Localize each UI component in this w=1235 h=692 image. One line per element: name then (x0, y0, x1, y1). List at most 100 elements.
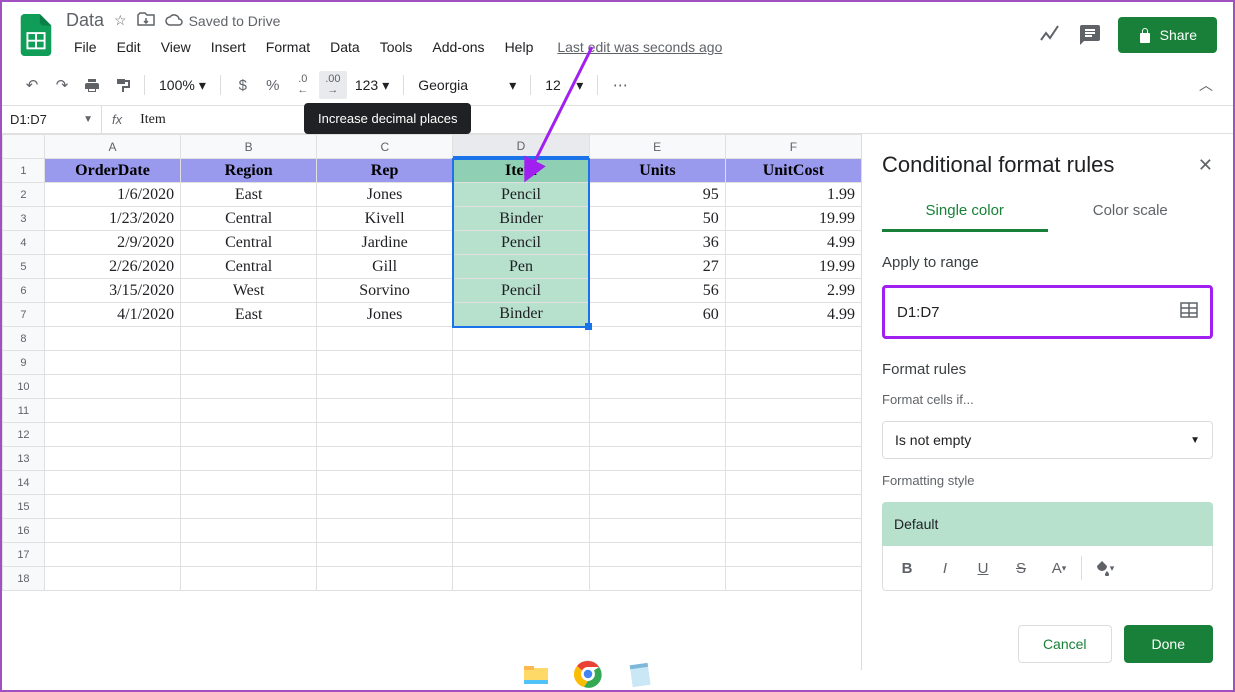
table-row[interactable]: 15 (3, 495, 862, 519)
currency-icon[interactable]: $ (229, 71, 257, 99)
table-row[interactable]: 74/1/2020EastJonesBinder604.99 (3, 303, 862, 327)
row-header[interactable]: 8 (3, 327, 45, 351)
italic-icon[interactable]: I (927, 552, 963, 584)
table-row[interactable]: 9 (3, 351, 862, 375)
table-row[interactable]: 18 (3, 567, 862, 591)
fill-color-icon[interactable]: ▾ (1086, 552, 1122, 584)
move-icon[interactable] (137, 12, 155, 29)
drive-status[interactable]: Saved to Drive (165, 13, 281, 29)
increase-decimal-icon[interactable]: .00→ (319, 71, 347, 99)
data-cell[interactable]: 95 (589, 183, 725, 207)
row-header[interactable]: 16 (3, 519, 45, 543)
name-box[interactable]: D1:D7▼ (2, 106, 102, 133)
table-row[interactable]: 42/9/2020CentralJardinePencil364.99 (3, 231, 862, 255)
data-cell[interactable]: 2/9/2020 (44, 231, 180, 255)
paint-format-icon[interactable] (108, 71, 136, 99)
menu-data[interactable]: Data (322, 35, 368, 59)
table-row[interactable]: 52/26/2020CentralGillPen2719.99 (3, 255, 862, 279)
data-cell[interactable]: 36 (589, 231, 725, 255)
star-icon[interactable]: ☆ (114, 12, 127, 29)
table-row[interactable]: 17 (3, 543, 862, 567)
style-preview[interactable]: Default (882, 502, 1213, 546)
header-cell[interactable]: Units (589, 159, 725, 183)
row-header[interactable]: 15 (3, 495, 45, 519)
fx-icon[interactable]: fx (102, 112, 132, 127)
close-icon[interactable]: ✕ (1198, 155, 1213, 176)
number-format-select[interactable]: 123▾ (349, 73, 395, 98)
menu-addons[interactable]: Add-ons (424, 35, 492, 59)
activity-icon[interactable] (1038, 23, 1062, 47)
row-header[interactable]: 4 (3, 231, 45, 255)
share-button[interactable]: Share (1118, 17, 1217, 53)
print-icon[interactable] (78, 71, 106, 99)
data-cell[interactable]: 60 (589, 303, 725, 327)
data-cell[interactable]: Central (181, 231, 317, 255)
data-cell[interactable]: Gill (317, 255, 453, 279)
doc-title[interactable]: Data (66, 10, 104, 31)
col-header-E[interactable]: E (589, 135, 725, 159)
sheets-logo[interactable] (18, 11, 54, 59)
table-row[interactable]: 31/23/2020CentralKivellBinder5019.99 (3, 207, 862, 231)
data-cell[interactable]: 4.99 (725, 303, 861, 327)
data-cell[interactable]: Jones (317, 303, 453, 327)
col-header-A[interactable]: A (44, 135, 180, 159)
menu-insert[interactable]: Insert (203, 35, 254, 59)
row-header[interactable]: 3 (3, 207, 45, 231)
data-cell[interactable]: Sorvino (317, 279, 453, 303)
table-row[interactable]: 12 (3, 423, 862, 447)
table-row[interactable]: 11 (3, 399, 862, 423)
data-cell[interactable]: Central (181, 255, 317, 279)
data-cell[interactable]: Central (181, 207, 317, 231)
menu-tools[interactable]: Tools (372, 35, 421, 59)
decrease-decimal-icon[interactable]: .0← (289, 71, 317, 99)
data-cell[interactable]: 4.99 (725, 231, 861, 255)
data-cell[interactable]: 4/1/2020 (44, 303, 180, 327)
table-row[interactable]: 63/15/2020WestSorvinoPencil562.99 (3, 279, 862, 303)
table-row[interactable]: 13 (3, 447, 862, 471)
text-color-icon[interactable]: A▾ (1041, 552, 1077, 584)
data-cell[interactable]: 1/6/2020 (44, 183, 180, 207)
select-range-icon[interactable] (1180, 302, 1198, 322)
last-edit-link[interactable]: Last edit was seconds ago (557, 39, 722, 55)
column-headers[interactable]: A B C D E F (3, 135, 862, 159)
tab-color-scale[interactable]: Color scale (1048, 192, 1214, 232)
font-size-select[interactable]: 12 ▾ (539, 73, 589, 98)
data-cell[interactable]: 2/26/2020 (44, 255, 180, 279)
menu-help[interactable]: Help (497, 35, 542, 59)
header-cell[interactable]: UnitCost (725, 159, 861, 183)
file-explorer-icon[interactable] (522, 660, 550, 688)
header-cell[interactable]: OrderDate (44, 159, 180, 183)
col-header-C[interactable]: C (317, 135, 453, 159)
table-row[interactable]: 8 (3, 327, 862, 351)
data-cell[interactable]: 27 (589, 255, 725, 279)
tab-single-color[interactable]: Single color (882, 192, 1048, 232)
underline-icon[interactable]: U (965, 552, 1001, 584)
row-header[interactable]: 12 (3, 423, 45, 447)
row-header[interactable]: 18 (3, 567, 45, 591)
row-header[interactable]: 7 (3, 303, 45, 327)
font-select[interactable]: Georgia ▾ (412, 73, 522, 98)
data-cell[interactable]: Pen (453, 255, 589, 279)
comments-icon[interactable] (1078, 23, 1102, 47)
data-cell[interactable]: 1/23/2020 (44, 207, 180, 231)
col-header-B[interactable]: B (181, 135, 317, 159)
col-header-D[interactable]: D (453, 135, 589, 159)
formula-input[interactable]: Item (132, 112, 1233, 128)
done-button[interactable]: Done (1124, 625, 1213, 663)
data-cell[interactable]: Pencil (453, 279, 589, 303)
percent-icon[interactable]: % (259, 71, 287, 99)
data-cell[interactable]: Kivell (317, 207, 453, 231)
menu-view[interactable]: View (153, 35, 199, 59)
data-cell[interactable]: 56 (589, 279, 725, 303)
row-header[interactable]: 14 (3, 471, 45, 495)
collapse-toolbar-icon[interactable]: ︿ (1195, 71, 1217, 99)
range-input[interactable]: D1:D7 (882, 285, 1213, 339)
spreadsheet-grid[interactable]: A B C D E F 1OrderDateRegionRepItemUnits… (2, 134, 861, 670)
col-header-F[interactable]: F (725, 135, 861, 159)
notepad-icon[interactable] (626, 660, 654, 688)
undo-icon[interactable]: ↶ (18, 71, 46, 99)
bold-icon[interactable]: B (889, 552, 925, 584)
data-cell[interactable]: Binder (453, 207, 589, 231)
row-header[interactable]: 2 (3, 183, 45, 207)
row-header[interactable]: 10 (3, 375, 45, 399)
